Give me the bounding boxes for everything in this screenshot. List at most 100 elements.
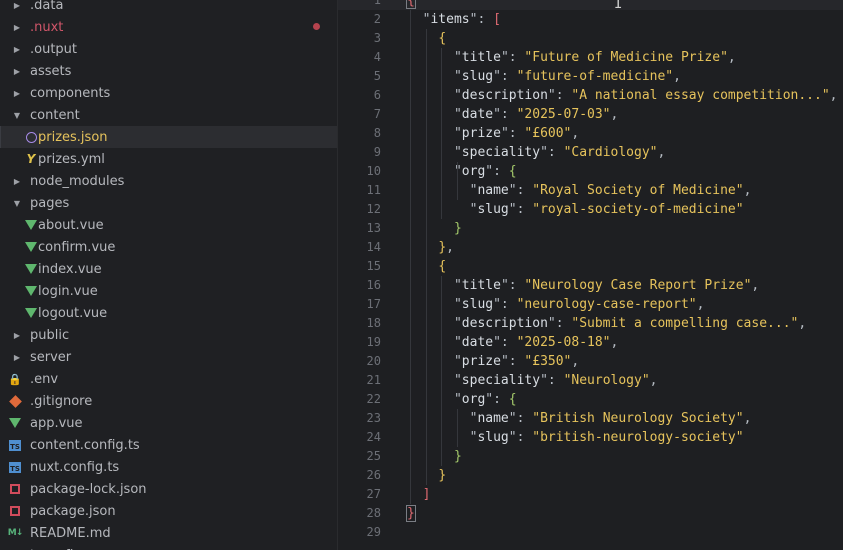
- line-number: 13: [366, 221, 381, 235]
- code-line[interactable]: {: [406, 0, 416, 10]
- chevron-right-icon[interactable]: ▶: [12, 67, 22, 76]
- file-index-vue[interactable]: index.vue: [0, 258, 337, 280]
- line-number: 2: [373, 12, 381, 26]
- file-name-label: .data: [30, 0, 64, 13]
- folder-data[interactable]: ▶ .data: [0, 0, 337, 16]
- code-line[interactable]: }: [407, 219, 462, 238]
- folder-server[interactable]: ▶ server: [0, 346, 337, 368]
- line-number: 22: [366, 392, 381, 406]
- line-number: 29: [366, 525, 381, 539]
- file-readme-md[interactable]: M↓ README.md: [0, 522, 337, 544]
- code-line[interactable]: }: [407, 447, 462, 466]
- file-about-vue[interactable]: about.vue: [0, 214, 337, 236]
- file-name-label: about.vue: [38, 217, 104, 233]
- line-number: 4: [373, 50, 381, 64]
- file-name-label: package.json: [30, 503, 116, 519]
- file-env[interactable]: 🔒 .env: [0, 368, 337, 390]
- chevron-right-icon[interactable]: ▶: [12, 23, 22, 32]
- line-number: 6: [373, 88, 381, 102]
- folder-content[interactable]: ▼ content: [0, 104, 337, 126]
- chevron-right-icon[interactable]: ▶: [12, 89, 22, 98]
- chevron-right-icon[interactable]: ▶: [12, 1, 22, 10]
- file-confirm-vue[interactable]: confirm.vue: [0, 236, 337, 258]
- code-line[interactable]: "description": "Submit a compelling case…: [407, 314, 806, 333]
- file-tsconfig[interactable]: tsconfig...: [0, 544, 337, 550]
- folder-nuxt[interactable]: ▶ .nuxt: [0, 16, 337, 38]
- line-number: 26: [366, 468, 381, 482]
- file-prizes-yml[interactable]: Yprizes.yml: [0, 148, 337, 170]
- code-line[interactable]: "items": [: [407, 10, 501, 29]
- file-package-json[interactable]: package.json: [0, 500, 337, 522]
- folder-assets[interactable]: ▶ assets: [0, 60, 337, 82]
- code-line[interactable]: "date": "2025-08-18",: [407, 333, 618, 352]
- vue-file-icon: [24, 262, 38, 276]
- file-gitignore[interactable]: .gitignore: [0, 390, 337, 412]
- vue-file-icon: [24, 284, 38, 298]
- line-number: 17: [366, 297, 381, 311]
- line-number: 5: [373, 69, 381, 83]
- code-line[interactable]: "org": {: [407, 162, 517, 181]
- file-package-lock-json[interactable]: package-lock.json: [0, 478, 337, 500]
- chevron-right-icon[interactable]: ▶: [12, 331, 22, 340]
- indent-guide: [441, 48, 443, 219]
- code-line[interactable]: "description": "A national essay competi…: [407, 86, 838, 105]
- line-number: 1: [373, 0, 381, 7]
- lock-icon: 🔒: [8, 372, 22, 386]
- file-name-label: .gitignore: [30, 393, 93, 409]
- line-number: 28: [366, 506, 381, 520]
- code-line[interactable]: "speciality": "Neurology",: [407, 371, 658, 390]
- file-name-label: pages: [30, 195, 70, 211]
- folder-pages[interactable]: ▼ pages: [0, 192, 337, 214]
- line-number: 25: [366, 449, 381, 463]
- code-line[interactable]: "prize": "£350",: [407, 352, 579, 371]
- typescript-file-icon: TS: [8, 460, 22, 474]
- chevron-right-icon[interactable]: ▶: [12, 353, 22, 362]
- code-line[interactable]: "speciality": "Cardiology",: [407, 143, 665, 162]
- line-number: 24: [366, 430, 381, 444]
- code-line[interactable]: },: [407, 238, 454, 257]
- code-line[interactable]: "org": {: [407, 390, 517, 409]
- file-name-label: README.md: [30, 525, 111, 541]
- npm-file-icon: [8, 504, 22, 518]
- file-name-label: .output: [30, 41, 78, 57]
- code-line[interactable]: "name": "British Neurology Society",: [407, 409, 752, 428]
- file-name-label: .nuxt: [30, 19, 64, 35]
- indent-guide: [456, 162, 458, 200]
- code-line[interactable]: "slug": "royal-society-of-medicine": [407, 200, 744, 219]
- file-name-label: logout.vue: [38, 305, 108, 321]
- file-content-config-ts[interactable]: TS content.config.ts: [0, 434, 337, 456]
- line-number: 21: [366, 373, 381, 387]
- file-logout-vue[interactable]: logout.vue: [0, 302, 337, 324]
- code-line[interactable]: "name": "Royal Society of Medicine",: [407, 181, 752, 200]
- file-login-vue[interactable]: login.vue: [0, 280, 337, 302]
- file-app-vue[interactable]: app.vue: [0, 412, 337, 434]
- folder-node-modules[interactable]: ▶ node_modules: [0, 170, 337, 192]
- file-nuxt-config-ts[interactable]: TS nuxt.config.ts: [0, 456, 337, 478]
- file-name-label: package-lock.json: [30, 481, 147, 497]
- code-line[interactable]: }: [406, 504, 416, 523]
- chevron-right-icon[interactable]: ▶: [12, 45, 22, 54]
- folder-public[interactable]: ▶ public: [0, 324, 337, 346]
- code-line[interactable]: "prize": "£600",: [407, 124, 579, 143]
- file-name-label: content.config.ts: [30, 437, 140, 453]
- file-name-label: public: [30, 327, 70, 343]
- chevron-right-icon[interactable]: ▶: [12, 177, 22, 186]
- code-line[interactable]: "title": "Future of Medicine Prize",: [407, 48, 736, 67]
- line-number: 10: [366, 164, 381, 178]
- file-prizes-json[interactable]: prizes.json: [0, 126, 337, 148]
- code-line[interactable]: "title": "Neurology Case Report Prize",: [407, 276, 759, 295]
- code-line[interactable]: "date": "2025-07-03",: [407, 105, 618, 124]
- file-name-label: content: [30, 107, 80, 123]
- code-editor[interactable]: 1 2 3 4 5 6 7 8 9 10 11 12 13 14 15 16 17 18 19 20 21 22 23 24 2…: [338, 0, 843, 550]
- chevron-down-icon[interactable]: ▼: [12, 199, 22, 208]
- folder-components[interactable]: ▶ components: [0, 82, 337, 104]
- folder-output[interactable]: ▶ .output: [0, 38, 337, 60]
- git-icon: [8, 394, 22, 408]
- line-number: 20: [366, 354, 381, 368]
- code-line[interactable]: "slug": "neurology-case-report",: [407, 295, 704, 314]
- indent-guide: [425, 29, 427, 485]
- file-name-label: prizes.json: [38, 129, 108, 145]
- chevron-down-icon[interactable]: ▼: [12, 111, 22, 120]
- code-line[interactable]: "slug": "future-of-medicine",: [407, 67, 681, 86]
- modified-dot-icon: [313, 23, 320, 30]
